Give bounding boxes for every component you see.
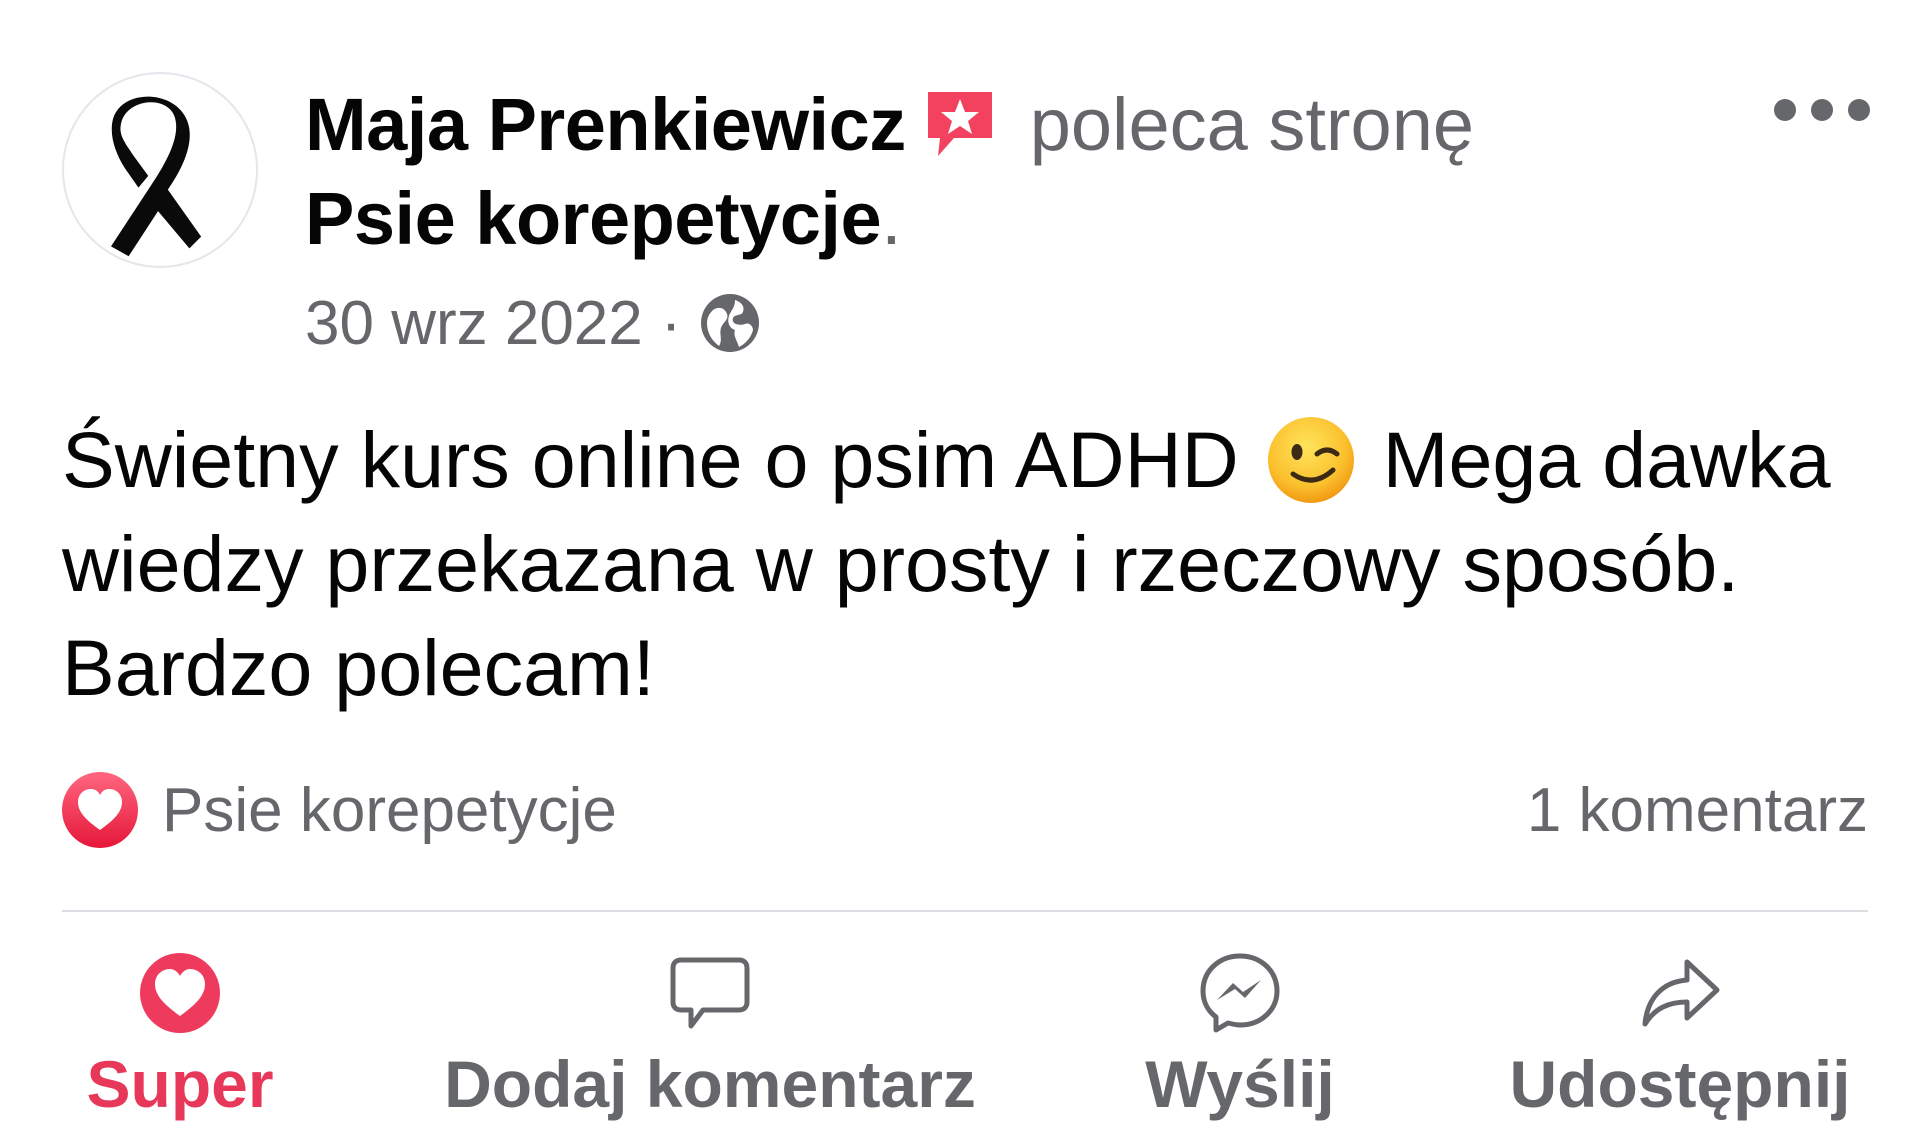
post-text-segment: Mega dawka [1382, 415, 1831, 504]
share-button[interactable]: Udostępnij [1500, 950, 1860, 1121]
page-name-period: . [881, 176, 902, 260]
recommendation-icon [920, 84, 1000, 164]
more-dot [1811, 99, 1833, 121]
heart-icon [60, 770, 140, 850]
author-name[interactable]: Maja Prenkiewicz [305, 82, 906, 167]
share-label: Udostępnij [1509, 1047, 1851, 1121]
author-avatar[interactable] [62, 72, 258, 268]
send-label: Wyślij [1145, 1047, 1335, 1121]
page-name-link[interactable]: Psie korepetycje [305, 176, 882, 261]
reactions-summary[interactable]: Psie korepetycje [60, 768, 617, 852]
post-date[interactable]: 30 wrz 2022 [305, 288, 643, 359]
comment-icon [667, 950, 753, 1036]
post-body-line: Bardzo polecam! [62, 623, 655, 712]
post-body-line: wiedzy przekazana w prosty i rzeczowy sp… [62, 519, 1740, 608]
post-meta: 30 wrz 2022 · [305, 278, 761, 368]
send-button[interactable]: Wyślij [1130, 950, 1350, 1121]
post-header-line2: Psie korepetycje . [305, 168, 902, 268]
super-button[interactable]: Super [86, 950, 274, 1121]
post-header: Maja Prenkiewicz poleca stronę [305, 74, 1474, 174]
meta-separator: · [660, 288, 682, 358]
winking-face-icon [1265, 414, 1357, 506]
post-body-line: Świetny kurs online o psim ADHD Mega daw… [62, 408, 1862, 512]
reactions-label: Psie korepetycje [162, 775, 617, 845]
more-dot [1848, 99, 1870, 121]
post-body: Świetny kurs online o psim ADHD Mega daw… [62, 408, 1862, 720]
heart-icon [137, 950, 223, 1036]
post-action-text: poleca stronę [1029, 82, 1475, 166]
more-dot [1774, 99, 1796, 121]
add-comment-button[interactable]: Dodaj komentarz [444, 950, 976, 1121]
post-text-segment: Świetny kurs online o psim ADHD [62, 415, 1239, 504]
divider [62, 910, 1868, 912]
comments-count[interactable]: 1 komentarz [1527, 768, 1868, 852]
add-comment-label: Dodaj komentarz [444, 1047, 976, 1121]
black-ribbon-icon [111, 96, 202, 257]
messenger-icon [1197, 950, 1283, 1036]
super-label: Super [86, 1047, 274, 1121]
share-icon [1637, 950, 1723, 1036]
globe-icon[interactable] [699, 292, 761, 354]
more-options-button[interactable] [1774, 88, 1870, 132]
